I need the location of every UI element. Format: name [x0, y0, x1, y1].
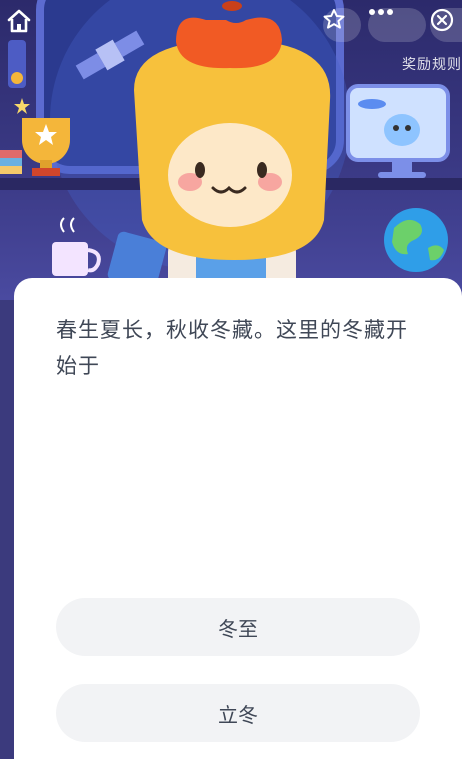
close-icon — [430, 8, 454, 32]
question-text: 春生夏长，秋收冬藏。这里的冬藏开始于 — [56, 318, 408, 378]
globe-icon — [384, 208, 448, 272]
home-icon — [7, 9, 31, 33]
quiz-page: 奖励规则 春生夏长，秋收冬藏。这里的冬藏开始于 冬至 立冬 — [0, 0, 462, 759]
home-button[interactable] — [6, 8, 36, 38]
scene-artwork — [0, 0, 462, 300]
option-label: 冬至 — [218, 616, 258, 641]
more-icon — [369, 9, 393, 15]
star-icon — [323, 9, 345, 29]
option-button-1[interactable]: 冬至 — [56, 598, 420, 656]
question-card: 春生夏长，秋收冬藏。这里的冬藏开始于 冬至 立冬 — [14, 278, 462, 759]
monitor-icon — [346, 84, 450, 178]
mug-icon — [52, 217, 101, 276]
more-button[interactable] — [368, 8, 426, 42]
header-illustration: 奖励规则 — [0, 0, 462, 300]
option-button-2[interactable]: 立冬 — [56, 684, 420, 742]
option-label: 立冬 — [218, 702, 258, 727]
favorite-button[interactable] — [323, 8, 361, 42]
close-button[interactable] — [430, 8, 462, 42]
reward-rules-link[interactable]: 奖励规则 — [402, 54, 462, 74]
